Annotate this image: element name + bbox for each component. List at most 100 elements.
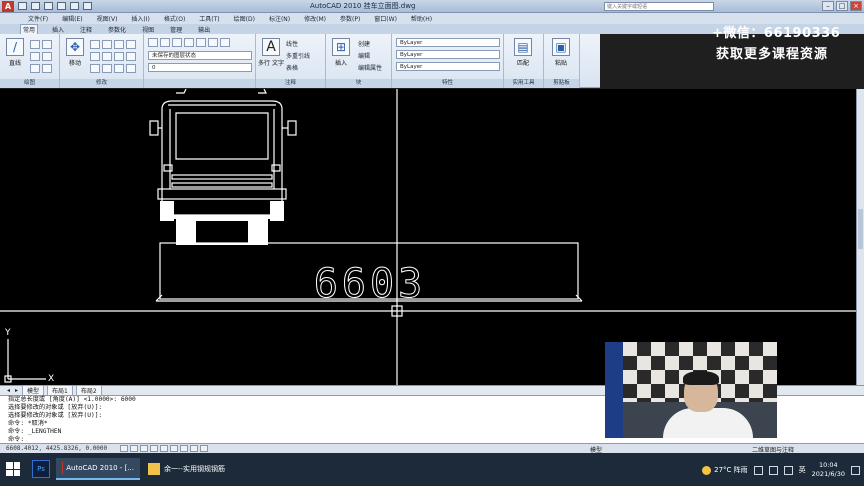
edit-attributes-button[interactable]: 编辑属性 (358, 63, 382, 72)
scrollbar-thumb[interactable] (858, 209, 863, 249)
array-icon[interactable] (114, 64, 124, 73)
panel-title-properties[interactable]: 特性 (392, 79, 503, 88)
tab-next-arrow-icon[interactable]: ▸ (14, 387, 19, 394)
multileader-button[interactable]: 多重引线 (286, 51, 310, 60)
grid-toggle-icon[interactable] (130, 445, 138, 452)
rectangle-icon[interactable] (42, 52, 52, 61)
menu-edit[interactable]: 编辑(E) (62, 14, 82, 23)
menu-view[interactable]: 视图(V) (97, 14, 118, 23)
layer-state-dropdown[interactable]: 未保存的图层状态 (148, 51, 252, 60)
snap-toggle-icon[interactable] (120, 445, 128, 452)
taskbar-app-folder[interactable]: 余一--实用钢规钢筋 (142, 458, 242, 480)
photoshop-icon[interactable]: Ps (32, 460, 50, 478)
layer-isolate-icon[interactable] (220, 38, 230, 47)
lwt-toggle-icon[interactable] (200, 445, 208, 452)
extend-icon[interactable] (126, 64, 136, 73)
ellipse-icon[interactable] (42, 64, 52, 73)
rotate-icon[interactable] (90, 40, 100, 49)
save-icon[interactable] (44, 2, 53, 10)
layer-lock-icon[interactable] (184, 38, 194, 47)
create-block-button[interactable]: 创建 (358, 39, 370, 48)
tab-insert[interactable]: 插入 (50, 25, 66, 34)
maximize-button[interactable]: □ (836, 1, 848, 11)
menu-help[interactable]: 帮助(H) (411, 14, 432, 23)
autocad-logo-icon[interactable]: A (2, 1, 14, 12)
panel-title-layers[interactable] (144, 79, 255, 88)
linetype-dropdown[interactable]: ByLayer (396, 50, 500, 59)
plot-icon[interactable] (83, 2, 92, 10)
panel-title-annotation[interactable]: 注释 (256, 79, 325, 88)
tab-annotate[interactable]: 注释 (78, 25, 94, 34)
volume-icon[interactable] (783, 465, 793, 475)
tab-output[interactable]: 输出 (196, 25, 212, 34)
linear-dimension-button[interactable]: 线性 (286, 39, 298, 48)
tab-home[interactable]: 常用 (20, 24, 39, 34)
insert-block-button[interactable]: ⊞ 插入 (328, 38, 354, 67)
input-method-indicator[interactable]: 英 (799, 465, 806, 475)
windows-start-icon[interactable] (6, 462, 20, 476)
ortho-toggle-icon[interactable] (140, 445, 148, 452)
taskbar-clock[interactable]: 10:04 2021/6/30 (812, 461, 845, 479)
tab-parametric[interactable]: 参数化 (106, 25, 128, 34)
polar-toggle-icon[interactable] (150, 445, 158, 452)
dyn-toggle-icon[interactable] (190, 445, 198, 452)
scale-icon[interactable] (102, 64, 112, 73)
layer-properties-icon[interactable] (148, 38, 158, 47)
tab-view[interactable]: 视图 (140, 25, 156, 34)
network-icon[interactable] (768, 465, 778, 475)
otrack-toggle-icon[interactable] (170, 445, 178, 452)
menu-insert[interactable]: 插入(I) (131, 14, 149, 23)
tab-prev-arrow-icon[interactable]: ◂ (6, 387, 11, 394)
layer-icon[interactable] (160, 38, 170, 47)
notification-icon[interactable] (851, 465, 860, 475)
mtext-button[interactable]: A 多行 文字 (258, 38, 284, 67)
menu-window[interactable]: 窗口(W) (374, 14, 397, 23)
mirror-icon[interactable] (102, 52, 112, 61)
menu-format[interactable]: 格式(O) (164, 14, 185, 23)
panel-title-clipboard[interactable]: 剪贴板 (544, 79, 579, 88)
weather-widget[interactable]: 27°C 阵雨 (702, 465, 748, 475)
menu-draw[interactable]: 绘图(D) (234, 14, 255, 23)
tray-chevron-icon[interactable] (753, 465, 763, 475)
layer-match-icon[interactable] (208, 38, 218, 47)
offset-icon[interactable] (126, 52, 136, 61)
erase-icon[interactable] (114, 40, 124, 49)
table-button[interactable]: 表格 (286, 63, 298, 72)
menu-modify[interactable]: 修改(M) (304, 14, 326, 23)
current-layer-dropdown[interactable]: 0 (148, 63, 252, 72)
undo-icon[interactable] (57, 2, 66, 10)
menu-parametric[interactable]: 参数(P) (340, 14, 360, 23)
layer-freeze-icon[interactable] (172, 38, 182, 47)
color-dropdown[interactable]: ByLayer (396, 38, 500, 47)
fillet-icon[interactable] (114, 52, 124, 61)
polyline-icon[interactable] (30, 40, 40, 49)
hatch-icon[interactable] (30, 64, 40, 73)
explode-icon[interactable] (126, 40, 136, 49)
lineweight-dropdown[interactable]: ByLayer (396, 62, 500, 71)
copy-icon[interactable] (90, 52, 100, 61)
redo-icon[interactable] (70, 2, 79, 10)
ducs-toggle-icon[interactable] (180, 445, 188, 452)
osnap-toggle-icon[interactable] (160, 445, 168, 452)
layer-off-icon[interactable] (196, 38, 206, 47)
panel-title-block[interactable]: 块 (326, 79, 391, 88)
panel-title-modify[interactable]: 修改 (60, 79, 143, 88)
vertical-scrollbar[interactable] (856, 89, 864, 385)
edit-block-button[interactable]: 编辑 (358, 51, 370, 60)
match-properties-button[interactable]: ▤ 匹配 (510, 38, 536, 67)
panel-title-utilities[interactable]: 实用工具 (504, 79, 543, 88)
drawing-canvas[interactable]: 6603 X Y (0, 89, 856, 385)
open-icon[interactable] (31, 2, 40, 10)
new-icon[interactable] (18, 2, 27, 10)
panel-title-draw[interactable]: 绘图 (0, 79, 59, 88)
stretch-icon[interactable] (90, 64, 100, 73)
arc-icon[interactable] (30, 52, 40, 61)
menu-dimension[interactable]: 标注(N) (269, 14, 290, 23)
close-button[interactable]: × (850, 1, 862, 11)
move-button[interactable]: ✥ 移动 (62, 38, 88, 67)
circle-icon[interactable] (42, 40, 52, 49)
tab-manage[interactable]: 管理 (168, 25, 184, 34)
search-input[interactable]: 键入关键字或短语 (604, 2, 714, 11)
taskbar-app-autocad[interactable]: AutoCAD 2010 - [... (56, 458, 140, 480)
line-button[interactable]: / 直线 (2, 38, 28, 67)
